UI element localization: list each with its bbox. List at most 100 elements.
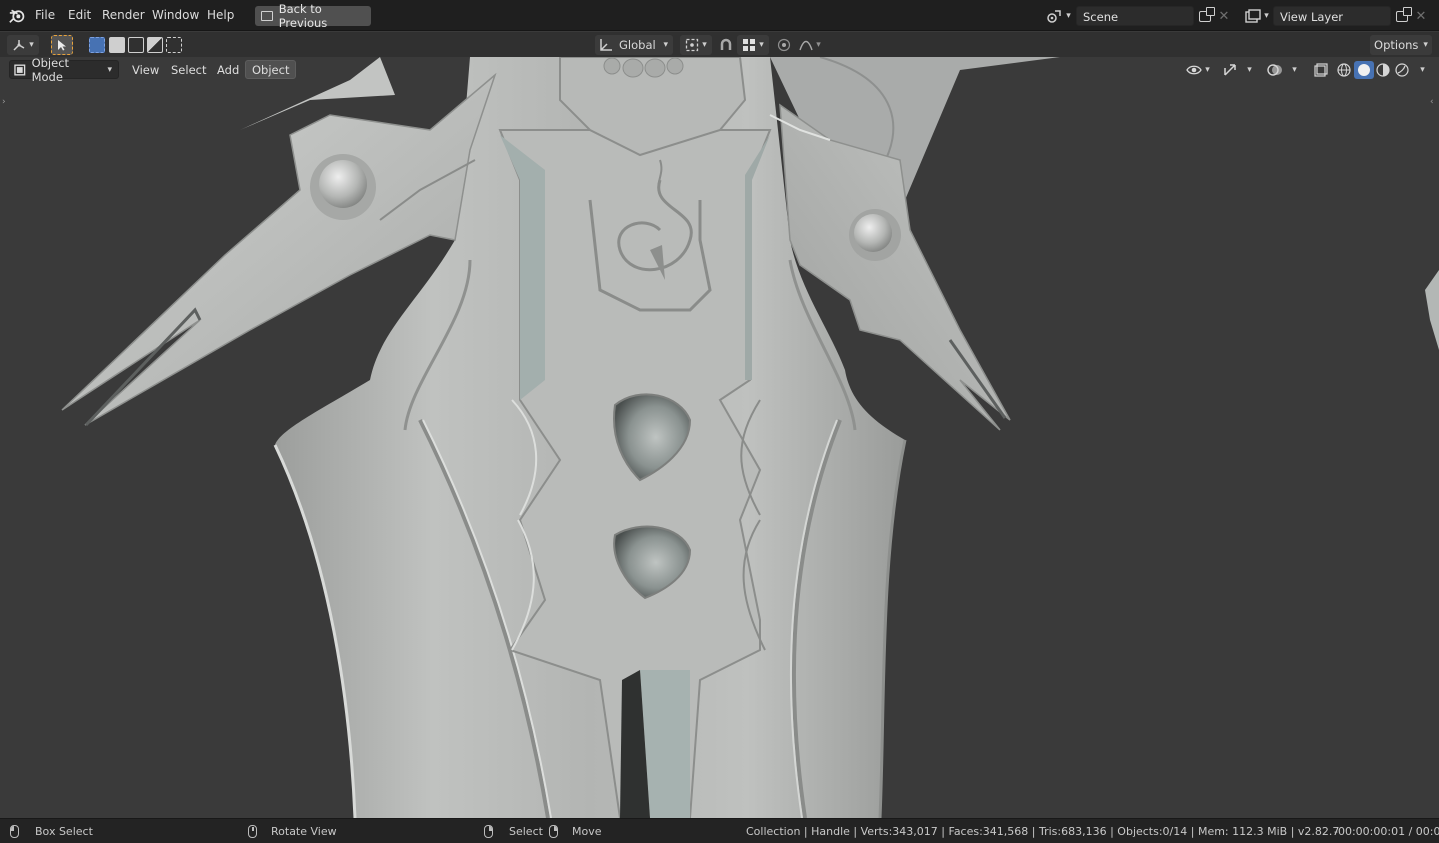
magnet-icon	[720, 38, 732, 50]
menu-file[interactable]: File	[35, 8, 55, 22]
mode-extend-selection-button[interactable]	[109, 37, 125, 53]
playback-time: -00:00:00:01 / 00:00	[1334, 825, 1439, 838]
chevron-down-icon: ▾	[1292, 65, 1297, 75]
snap-toggle-button[interactable]	[716, 35, 736, 55]
mode-subtract-selection-button[interactable]	[128, 37, 144, 53]
new-scene-button[interactable]	[1195, 6, 1215, 26]
chevron-down-icon: ▾	[1423, 40, 1428, 50]
view-layer-icon	[1245, 9, 1261, 23]
snap-increment-icon	[743, 39, 756, 51]
proportional-editing-button[interactable]	[774, 35, 794, 55]
back-screen-icon	[261, 11, 273, 21]
xray-icon	[1314, 63, 1328, 77]
top-menu-bar: File Edit Render Window Help Back to Pre…	[0, 0, 1439, 31]
editor-type-button[interactable]: ▾	[7, 35, 39, 55]
sculpted-handle-model	[61, 57, 1439, 818]
snap-element-dropdown[interactable]: ▾	[737, 35, 769, 55]
gizmo-toggle-button[interactable]	[1220, 61, 1240, 79]
back-to-previous-label: Back to Previous	[278, 2, 328, 30]
hint-move: Move	[549, 825, 602, 838]
chevron-down-icon: ▾	[29, 40, 34, 50]
gizmo-icon	[1224, 64, 1236, 76]
hint-rotate-view-label: Rotate View	[271, 825, 337, 838]
object-mode-icon	[14, 64, 26, 75]
proportional-edit-icon	[777, 38, 791, 52]
menu-help[interactable]: Help	[207, 8, 234, 22]
hint-box-select: Box Select	[10, 825, 93, 838]
menu-window[interactable]: Window	[152, 8, 199, 22]
xray-toggle-button[interactable]	[1311, 61, 1331, 79]
options-dropdown[interactable]: Options ▾	[1370, 35, 1432, 55]
transform-orientation-dropdown[interactable]: Global ▾	[595, 35, 673, 55]
hint-select: Select	[484, 825, 543, 838]
overlays-toggle-button[interactable]	[1265, 61, 1285, 79]
toolbar-expand-arrow-icon[interactable]: ›	[2, 97, 6, 107]
delete-scene-button[interactable]: ✕	[1215, 6, 1233, 26]
3d-viewport-icon	[13, 40, 25, 51]
blender-logo-icon[interactable]	[9, 7, 26, 24]
viewport-menu-select[interactable]: Select	[165, 60, 212, 79]
wireframe-sphere-icon	[1337, 63, 1351, 77]
duplicate-icon	[1199, 6, 1215, 22]
options-label: Options	[1374, 38, 1419, 52]
cursor-arrow-icon	[58, 40, 66, 51]
overlays-dropdown[interactable]: ▾	[1286, 61, 1300, 79]
menu-edit[interactable]: Edit	[68, 8, 91, 22]
viewport-header-toolbar: ▾ Global ▾ ▾ ▾ ▾ Options ▾	[0, 31, 1439, 57]
mouse-right-icon	[484, 825, 493, 838]
delete-view-layer-button[interactable]: ✕	[1412, 6, 1430, 26]
status-bar: Box Select Rotate View Select Move Colle…	[0, 818, 1439, 843]
close-icon: ✕	[1415, 8, 1427, 24]
scene-name-field[interactable]: Scene	[1076, 6, 1194, 26]
scene-icon	[1047, 10, 1061, 23]
scene-statistics: Collection | Handle | Verts:343,017 | Fa…	[746, 825, 1340, 838]
menu-render[interactable]: Render	[102, 8, 145, 22]
solid-sphere-icon	[1358, 64, 1370, 76]
shading-rendered-button[interactable]	[1393, 61, 1411, 79]
viewport-menu-add[interactable]: Add	[211, 60, 245, 79]
material-sphere-icon	[1376, 63, 1390, 77]
new-view-layer-button[interactable]	[1392, 6, 1412, 26]
shading-solid-button[interactable]	[1354, 61, 1374, 79]
scene-browse-button[interactable]: ▾	[1043, 6, 1075, 26]
chevron-down-icon: ▾	[1066, 11, 1071, 21]
3d-viewport[interactable]: Object Mode ▾ View Select Add Object › ‹…	[0, 57, 1439, 818]
visibility-dropdown[interactable]: ▾	[1183, 61, 1213, 79]
mode-invert-selection-button[interactable]	[147, 37, 163, 53]
falloff-curve-icon	[799, 40, 813, 51]
eye-icon	[1186, 65, 1202, 75]
rendered-sphere-icon	[1395, 63, 1409, 77]
back-to-previous-button[interactable]: Back to Previous	[255, 2, 371, 30]
pivot-point-dropdown[interactable]: ▾	[680, 35, 712, 55]
chevron-down-icon: ▾	[663, 40, 668, 50]
close-icon: ✕	[1218, 8, 1230, 24]
shading-material-button[interactable]	[1374, 61, 1392, 79]
viewport-menu-object[interactable]: Object	[245, 60, 297, 79]
hint-box-select-label: Box Select	[35, 825, 93, 838]
chevron-down-icon: ▾	[1247, 65, 1252, 75]
view-layer-browse-button[interactable]: ▾	[1242, 6, 1272, 26]
chevron-down-icon: ▾	[816, 40, 821, 50]
sidebar-expand-arrow-icon[interactable]: ‹	[1430, 97, 1434, 107]
view-layer-name-field[interactable]: View Layer	[1273, 6, 1391, 26]
viewport-menu-view[interactable]: View	[126, 60, 165, 79]
interaction-mode-dropdown[interactable]: Object Mode ▾	[9, 57, 119, 84]
shading-options-dropdown[interactable]: ▾	[1413, 61, 1429, 79]
shading-wireframe-button[interactable]	[1335, 61, 1353, 79]
mode-intersect-selection-button[interactable]	[166, 37, 182, 53]
hint-rotate-view: Rotate View	[248, 825, 337, 838]
overlays-icon	[1267, 64, 1282, 76]
mouse-left-icon	[10, 825, 19, 838]
chevron-down-icon: ▾	[107, 64, 112, 75]
mouse-drag-icon	[549, 825, 558, 838]
select-tool-button[interactable]	[51, 35, 73, 55]
chevron-down-icon: ▾	[1264, 11, 1269, 21]
mouse-middle-icon	[248, 825, 257, 838]
pivot-point-icon	[686, 38, 699, 52]
chevron-down-icon: ▾	[702, 40, 707, 50]
orientation-axes-icon	[600, 39, 612, 51]
gizmo-dropdown[interactable]: ▾	[1241, 61, 1255, 79]
duplicate-icon	[1396, 6, 1412, 22]
proportional-falloff-dropdown[interactable]: ▾	[795, 35, 825, 55]
mode-new-selection-button[interactable]	[89, 37, 105, 53]
